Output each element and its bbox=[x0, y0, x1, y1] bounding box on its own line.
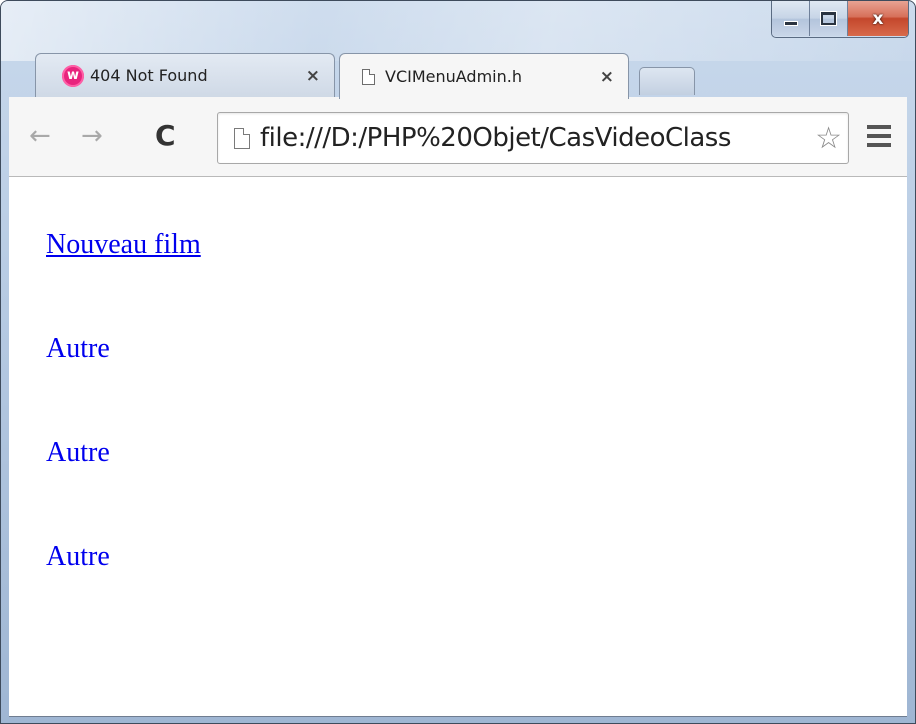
page-icon bbox=[362, 68, 375, 85]
tab-title: 404 Not Found bbox=[90, 66, 208, 85]
new-tab-button[interactable] bbox=[639, 67, 695, 95]
close-icon: x bbox=[872, 8, 884, 29]
maximize-icon bbox=[821, 12, 836, 25]
browser-toolbar: ← → C file:///D:/PHP%20Objet/CasVideoCla… bbox=[9, 97, 907, 177]
address-bar[interactable]: file:///D:/PHP%20Objet/CasVideoClass ☆ bbox=[217, 112, 849, 164]
close-window-button[interactable]: x bbox=[848, 1, 908, 36]
forward-button[interactable]: → bbox=[81, 121, 103, 151]
tab-close-icon[interactable]: × bbox=[306, 66, 320, 86]
maximize-button[interactable] bbox=[810, 1, 848, 36]
menu-bar bbox=[867, 125, 891, 129]
autre-entry[interactable]: Autre bbox=[46, 437, 110, 469]
minimize-icon bbox=[783, 21, 798, 26]
tab-404-not-found[interactable]: w 404 Not Found × bbox=[35, 53, 335, 97]
reload-button[interactable]: C bbox=[155, 121, 176, 151]
autre-entry[interactable]: Autre bbox=[46, 541, 110, 573]
tab-close-icon[interactable]: × bbox=[600, 67, 614, 87]
autre-entry[interactable]: Autre bbox=[46, 333, 110, 365]
window-caption-buttons: x bbox=[771, 1, 909, 38]
hamburger-menu-icon[interactable] bbox=[867, 125, 891, 147]
menu-bar bbox=[867, 143, 891, 147]
tab-vcimenuadmin[interactable]: VCIMenuAdmin.h × bbox=[339, 53, 629, 99]
url-text[interactable]: file:///D:/PHP%20Objet/CasVideoClass bbox=[260, 123, 813, 153]
minimize-button[interactable] bbox=[772, 1, 810, 36]
browser-window: x w 404 Not Found × VCIMenuAdmin.h × ← →… bbox=[0, 0, 916, 724]
back-button[interactable]: ← bbox=[29, 121, 51, 151]
tab-title: VCIMenuAdmin.h bbox=[385, 67, 522, 86]
menu-bar bbox=[867, 134, 891, 138]
bookmark-star-icon[interactable]: ☆ bbox=[815, 121, 842, 156]
page-icon bbox=[234, 127, 250, 149]
page-content: Nouveau film Autre Autre Autre bbox=[9, 177, 907, 717]
nouveau-film-link[interactable]: Nouveau film bbox=[46, 229, 201, 261]
wamp-icon: w bbox=[62, 64, 84, 87]
